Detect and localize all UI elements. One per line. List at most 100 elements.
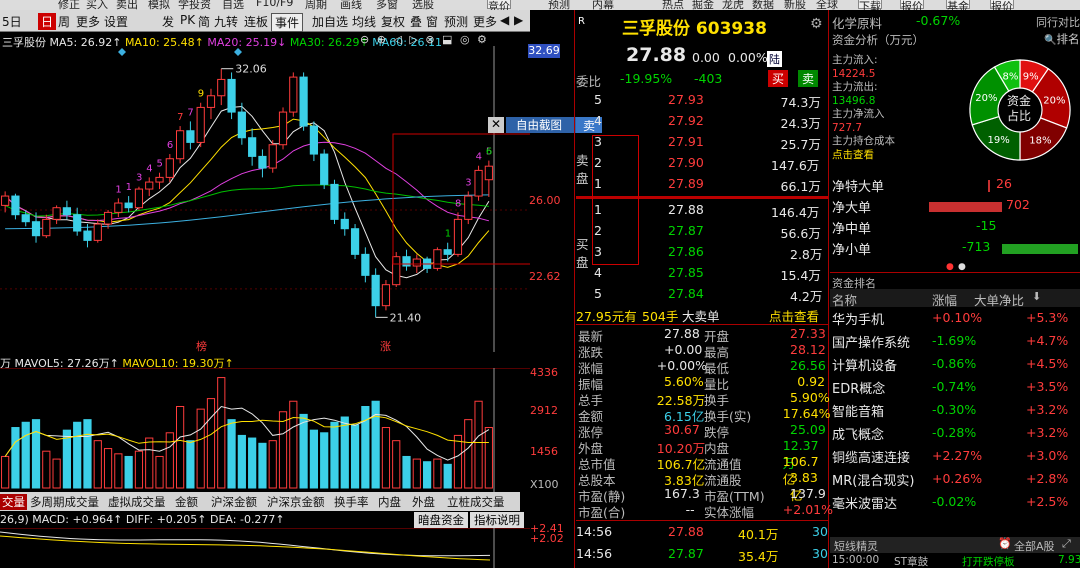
volume-bar[interactable] <box>433 458 442 489</box>
volume-bar[interactable] <box>402 455 411 489</box>
period-more[interactable]: 更多 <box>76 13 100 30</box>
event-marker-icon[interactable] <box>118 48 126 56</box>
candle[interactable] <box>248 137 257 157</box>
toolbar-item[interactable]: 报价 <box>990 0 1014 10</box>
volume-chart[interactable] <box>0 368 530 492</box>
ranking-row[interactable]: 毫米波雷达 -0.02% +2.5% <box>830 492 1080 514</box>
candle[interactable] <box>227 78 236 113</box>
tool-jiuzhuan[interactable]: 九转 <box>214 13 238 30</box>
candle[interactable] <box>320 153 329 185</box>
alarm-icon[interactable]: ⏰ <box>998 537 1012 550</box>
toolbar-item[interactable]: 数据 <box>752 0 774 10</box>
volume-bar[interactable] <box>309 429 318 489</box>
volume-bar[interactable] <box>31 419 41 489</box>
tool-pk[interactable]: PK <box>180 13 195 27</box>
toolbar-item[interactable]: 卖出 <box>116 0 138 10</box>
settings-icon[interactable]: ⚙ <box>810 16 823 32</box>
candle[interactable] <box>309 125 318 155</box>
volume-bar[interactable] <box>464 419 473 489</box>
toolbar-item[interactable]: 报价 <box>900 0 924 10</box>
candle[interactable] <box>330 183 339 220</box>
volume-bar[interactable] <box>320 432 329 489</box>
ranking-row[interactable]: 成飞概念 -0.28% +3.2% <box>830 423 1080 445</box>
volume-bar[interactable] <box>392 440 401 489</box>
toolbar-item[interactable]: 周期 <box>305 0 327 10</box>
ranking-row[interactable]: MR(混合现实) +0.26% +2.8% <box>830 469 1080 491</box>
sort-desc-icon[interactable]: ⬇ <box>1032 290 1041 303</box>
action-overlay[interactable]: 叠 <box>410 13 422 30</box>
toolbar-item[interactable]: 掘金 <box>692 0 714 10</box>
candle[interactable] <box>412 258 421 267</box>
candle[interactable] <box>21 214 30 223</box>
candle[interactable] <box>186 130 195 143</box>
candle[interactable] <box>381 284 391 307</box>
volume-bar[interactable] <box>340 416 349 489</box>
candle[interactable] <box>278 111 288 146</box>
tab-sh-sz-amount[interactable]: 沪深金额 <box>211 494 257 510</box>
toolbar-item[interactable]: 基金 <box>946 0 970 10</box>
volume-bar[interactable] <box>124 455 133 489</box>
candle[interactable] <box>1 195 10 206</box>
volume-bar[interactable] <box>155 455 164 489</box>
candle[interactable] <box>31 221 41 237</box>
candle[interactable] <box>484 165 493 181</box>
tab-outer[interactable]: 外盘 <box>412 494 435 510</box>
volume-bar[interactable] <box>145 437 154 489</box>
candle[interactable] <box>392 256 401 286</box>
toolbar-item[interactable]: 全球 <box>816 0 838 10</box>
volume-bar[interactable] <box>412 458 421 489</box>
volume-bar[interactable] <box>330 421 339 489</box>
candlestick-chart[interactable]: 32.0621.40971 134 567834 561 <box>0 46 530 352</box>
candle[interactable] <box>42 218 51 237</box>
action-predict[interactable]: 预测 <box>444 13 468 30</box>
volume-bar[interactable] <box>248 437 257 489</box>
candle[interactable] <box>145 181 154 190</box>
chart-tool-icons[interactable]: ⊖ ⊕ ◁ ▷ ⊗ ⬓ ◎ ⚙ <box>360 33 489 46</box>
period-week[interactable]: 周 <box>58 13 70 30</box>
period-day[interactable]: 日 <box>38 13 57 30</box>
tool-event[interactable]: 事件 <box>271 13 304 32</box>
candle[interactable] <box>83 230 92 241</box>
page-dot-active[interactable]: ● <box>946 262 954 272</box>
period-settings[interactable]: 设置 <box>104 13 128 30</box>
toolbar-item[interactable]: 买入 <box>86 0 108 10</box>
volume-bar[interactable] <box>21 421 30 489</box>
tab-amount[interactable]: 金额 <box>175 494 198 510</box>
volume-bar[interactable] <box>134 450 144 489</box>
buy-button[interactable]: 买 <box>768 70 789 87</box>
action-window[interactable]: 窗 <box>426 13 438 30</box>
volume-bar[interactable] <box>103 448 113 489</box>
ranking-row[interactable]: 智能音箱 -0.30% +3.2% <box>830 400 1080 422</box>
volume-bar[interactable] <box>217 377 226 489</box>
toolbar-item[interactable]: 龙虎 <box>722 0 744 10</box>
volume-bar[interactable] <box>237 434 246 489</box>
col-name[interactable]: 名称 <box>832 290 857 309</box>
volume-bar[interactable] <box>83 419 92 489</box>
candle[interactable] <box>217 78 226 97</box>
limit-up-flag[interactable]: 涨 <box>380 338 391 354</box>
stock-filter-select[interactable]: 全部A股 <box>1014 538 1055 554</box>
candle[interactable] <box>371 274 380 307</box>
volume-bar[interactable] <box>73 421 82 489</box>
dark-fund-button[interactable]: 暗盘资金 <box>414 512 468 528</box>
candle[interactable] <box>196 106 205 143</box>
volume-bar[interactable] <box>443 463 452 489</box>
tool-lianban[interactable]: 连板 <box>244 13 268 30</box>
event-marker-icon[interactable] <box>234 48 242 56</box>
volume-bar[interactable] <box>268 440 277 489</box>
action-adjust[interactable]: 复权 <box>381 13 405 30</box>
toolbar-item[interactable]: 竞价 <box>487 0 511 10</box>
sell-button[interactable]: 卖 <box>798 70 819 87</box>
tab-stake-volume[interactable]: 立桩成交量 <box>447 494 505 510</box>
candle[interactable] <box>268 144 277 169</box>
volume-bar[interactable] <box>196 408 205 489</box>
candle[interactable] <box>103 211 113 225</box>
volume-bar[interactable] <box>423 461 432 489</box>
candle[interactable] <box>165 158 174 178</box>
toolbar-item[interactable]: 选股 <box>412 0 434 10</box>
toolbar-item[interactable]: 自选 <box>222 0 244 10</box>
volume-bar[interactable] <box>484 427 493 489</box>
candle[interactable] <box>340 218 349 230</box>
toolbar-item[interactable]: 模拟 <box>148 0 170 10</box>
volume-bar[interactable] <box>42 450 51 489</box>
